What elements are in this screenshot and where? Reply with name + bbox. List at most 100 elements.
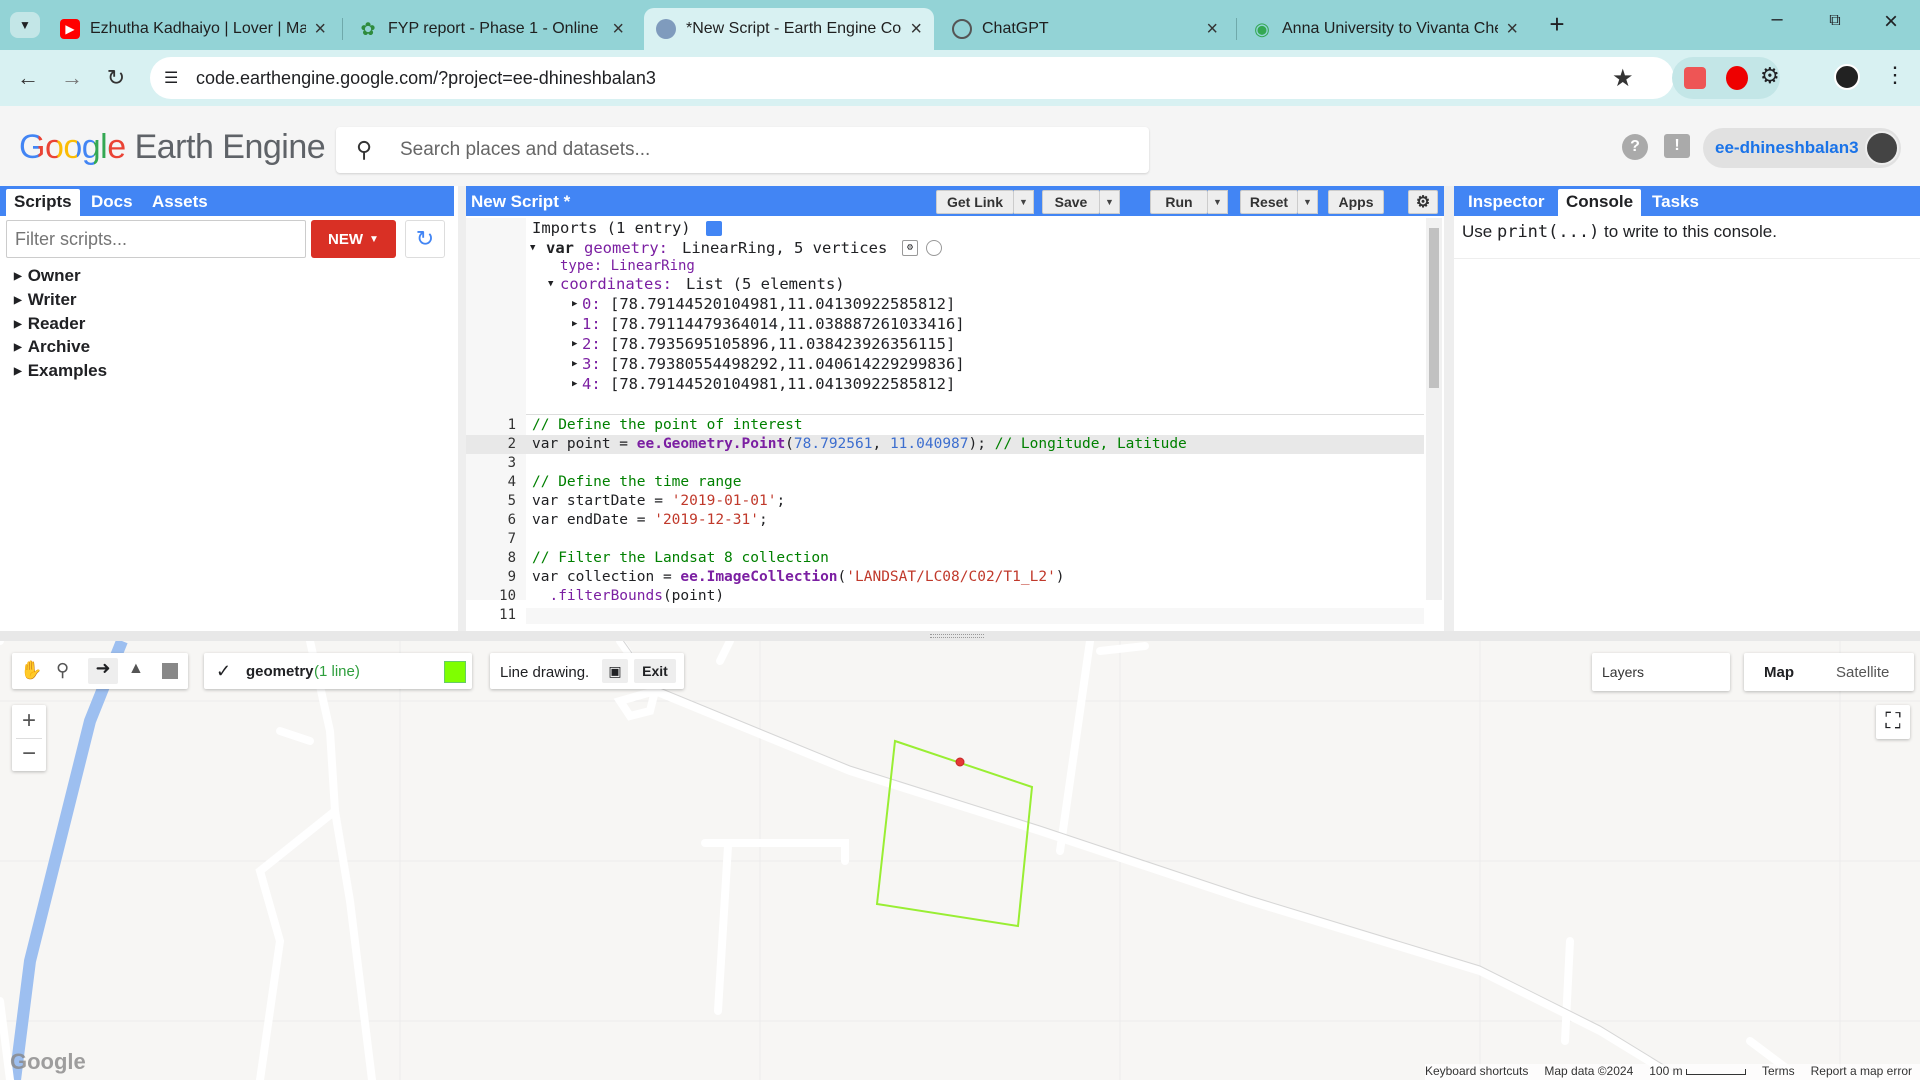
map-view[interactable]: ✋ ⚲ ➜ ▲ ✓ geometry (1 line) Line drawing…: [0, 641, 1920, 1080]
apps-button[interactable]: Apps: [1328, 190, 1384, 214]
menu-icon[interactable]: ⋮: [1884, 62, 1906, 88]
code-area[interactable]: 1 2 3 4 5 6 7 8 9 10 11 // Define the po…: [466, 416, 1424, 623]
tab-docs[interactable]: Docs: [83, 189, 141, 216]
back-button[interactable]: ←: [14, 64, 42, 92]
puzzle-icon[interactable]: ⚙: [1760, 63, 1780, 89]
fullscreen-button[interactable]: ⛶: [1876, 705, 1910, 739]
search-box[interactable]: ⚲: [336, 127, 1149, 173]
rectangle-icon[interactable]: [162, 663, 178, 679]
caret-right-icon[interactable]: ▶: [572, 334, 577, 354]
horizontal-splitter[interactable]: [0, 631, 1920, 641]
gear-icon[interactable]: ⚙: [902, 240, 918, 256]
tree-item-owner[interactable]: ▶ Owner: [14, 266, 81, 286]
close-icon[interactable]: ×: [910, 18, 922, 41]
line-icon[interactable]: ➜: [88, 658, 118, 684]
tree-item-reader[interactable]: ▶ Reader: [14, 314, 85, 334]
script-title[interactable]: New Script *: [471, 192, 570, 212]
browser-tab-overleaf[interactable]: ✿ FYP report - Phase 1 - Online L ×: [346, 8, 636, 50]
extension-icon[interactable]: [1684, 67, 1706, 89]
map-type-map[interactable]: Map: [1764, 664, 1794, 681]
editor-scrollbar[interactable]: [1426, 218, 1442, 600]
new-tab-button[interactable]: +: [1542, 10, 1572, 40]
lock-icon[interactable]: ▣: [602, 659, 628, 683]
imports-header[interactable]: Imports (1 entry): [532, 218, 691, 238]
get-link-dropdown[interactable]: ▼: [1014, 190, 1034, 214]
caret-down-icon[interactable]: ▼: [530, 238, 535, 258]
save-dropdown[interactable]: ▼: [1100, 190, 1120, 214]
zoom-out-button[interactable]: −: [12, 738, 46, 771]
layer-visibility-checkbox[interactable]: ✓: [216, 661, 231, 682]
window-close-button[interactable]: ×: [1876, 8, 1906, 38]
hand-icon[interactable]: ✋: [20, 660, 42, 681]
layer-name[interactable]: geometry: [246, 663, 314, 680]
reset-button[interactable]: Reset: [1240, 190, 1298, 214]
help-icon[interactable]: ?: [1622, 134, 1648, 160]
earth-engine-logo[interactable]: Google Earth Engine: [19, 128, 326, 167]
tree-item-archive[interactable]: ▶ Archive: [14, 337, 90, 357]
caret-right-icon[interactable]: ▶: [572, 314, 577, 334]
tab-tasks[interactable]: Tasks: [1644, 189, 1707, 216]
feedback-icon[interactable]: !: [1664, 134, 1690, 158]
url-text[interactable]: code.earthengine.google.com/?project=ee-…: [196, 68, 656, 89]
tab-search-button[interactable]: ▼: [10, 12, 40, 38]
project-selector[interactable]: ee-dhineshbalan3: [1703, 128, 1901, 168]
get-link-button[interactable]: Get Link: [936, 190, 1014, 214]
tab-console[interactable]: Console: [1558, 189, 1642, 216]
zoom-in-button[interactable]: +: [12, 705, 46, 738]
delete-icon[interactable]: [926, 240, 942, 256]
vertical-splitter-left[interactable]: [458, 186, 466, 631]
tab-assets[interactable]: Assets: [144, 189, 216, 216]
tree-item-examples[interactable]: ▶ Examples: [14, 361, 107, 381]
exit-button[interactable]: Exit: [634, 659, 676, 683]
site-info-icon[interactable]: ☰: [164, 68, 178, 88]
polygon-icon[interactable]: ▲: [128, 660, 144, 678]
search-input[interactable]: [400, 137, 1100, 163]
browser-tab-earth-engine[interactable]: *New Script - Earth Engine Cod ×: [644, 8, 934, 50]
terms-link[interactable]: Terms: [1762, 1064, 1795, 1080]
layers-button[interactable]: Layers: [1592, 653, 1730, 691]
layer-color-swatch[interactable]: [444, 661, 466, 683]
forward-button[interactable]: →: [58, 64, 86, 92]
close-icon[interactable]: ×: [1506, 18, 1518, 41]
run-button[interactable]: Run: [1150, 190, 1208, 214]
tree-item-writer[interactable]: ▶ Writer: [14, 290, 77, 310]
close-icon[interactable]: ×: [1206, 18, 1218, 41]
new-button[interactable]: NEW ▼: [311, 220, 396, 258]
reset-dropdown[interactable]: ▼: [1298, 190, 1318, 214]
close-icon[interactable]: ×: [612, 18, 624, 41]
vertical-splitter-right[interactable]: [1444, 186, 1454, 631]
refresh-button[interactable]: ↻: [405, 220, 445, 258]
filter-scripts-input[interactable]: [6, 220, 306, 258]
save-button[interactable]: Save: [1042, 190, 1100, 214]
address-bar[interactable]: ☰ code.earthengine.google.com/?project=e…: [150, 57, 1674, 99]
minimize-button[interactable]: –: [1762, 8, 1792, 38]
scale-bar[interactable]: 100 m: [1649, 1064, 1746, 1080]
report-error-link[interactable]: Report a map error: [1811, 1064, 1912, 1080]
settings-button[interactable]: ⚙: [1408, 190, 1438, 214]
browser-tab-chatgpt[interactable]: ChatGPT ×: [940, 8, 1230, 50]
account-avatar[interactable]: [1865, 131, 1899, 165]
caret-right-icon[interactable]: ▶: [572, 294, 577, 314]
editor-hscrollbar[interactable]: [526, 608, 1424, 624]
scrollbar-thumb[interactable]: [1429, 228, 1439, 388]
tab-scripts[interactable]: Scripts: [6, 189, 80, 216]
bookmark-star-icon[interactable]: ★: [1612, 64, 1634, 93]
import-var-name[interactable]: geometry:: [584, 238, 668, 258]
adblock-icon[interactable]: [1726, 66, 1748, 90]
close-icon[interactable]: ×: [314, 18, 326, 41]
map-canvas[interactable]: [0, 641, 1920, 1080]
browser-tab-google-maps[interactable]: ◉ Anna University to Vivanta Che ×: [1240, 8, 1530, 50]
caret-down-icon[interactable]: ▼: [548, 274, 553, 294]
map-type-satellite[interactable]: Satellite: [1836, 664, 1889, 681]
tab-inspector[interactable]: Inspector: [1460, 189, 1553, 216]
import-doc-icon[interactable]: [706, 221, 722, 236]
caret-right-icon[interactable]: ▶: [572, 354, 577, 374]
browser-tab-youtube[interactable]: ▶ Ezhutha Kadhaiyo | Lover | Man ×: [48, 8, 338, 50]
profile-avatar[interactable]: [1834, 64, 1860, 90]
marker-icon[interactable]: ⚲: [56, 660, 69, 681]
restore-button[interactable]: ⧉: [1820, 12, 1850, 42]
run-dropdown[interactable]: ▼: [1208, 190, 1228, 214]
reload-button[interactable]: ↻: [102, 64, 130, 92]
caret-right-icon[interactable]: ▶: [572, 374, 577, 394]
keyboard-shortcuts-link[interactable]: Keyboard shortcuts: [1425, 1064, 1528, 1080]
